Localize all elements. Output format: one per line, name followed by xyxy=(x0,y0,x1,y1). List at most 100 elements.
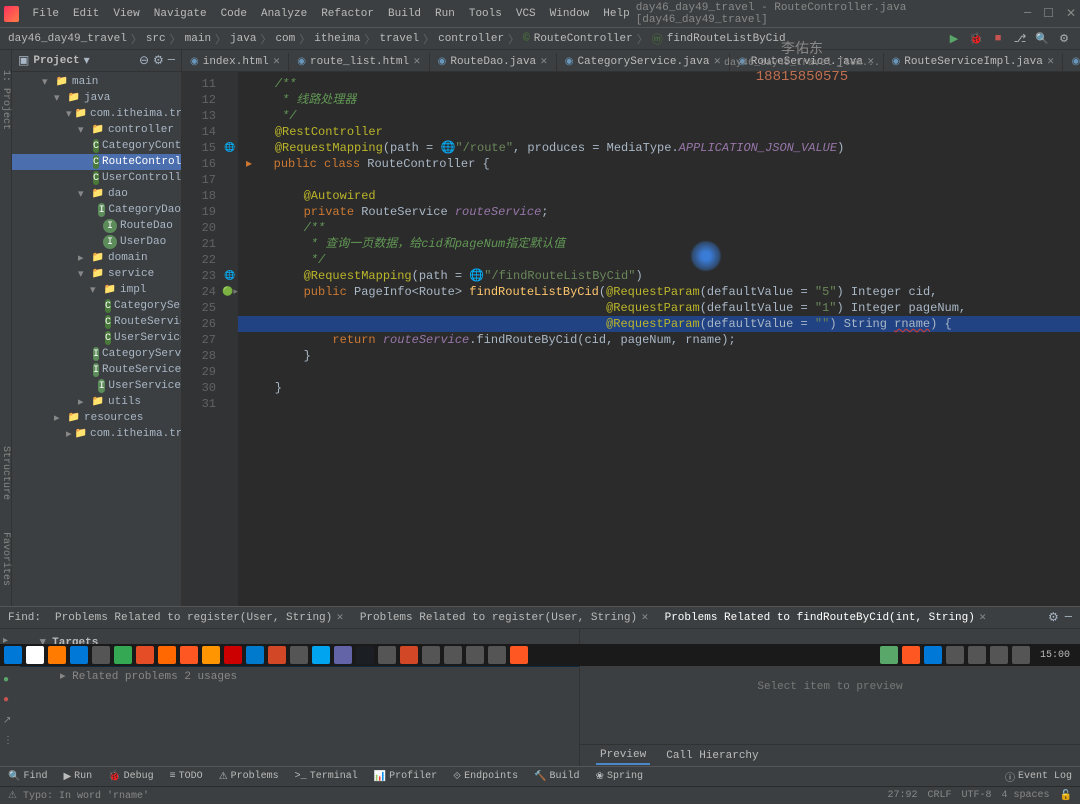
menu-file[interactable]: File xyxy=(27,6,65,22)
taskbar-app-23[interactable] xyxy=(510,646,528,664)
code-line-23[interactable]: @RequestMapping(path = 🌐"/findRouteListB… xyxy=(238,268,1080,284)
tree-item-routeservice[interactable]: IRouteService xyxy=(12,362,181,378)
taskbar-app-6[interactable] xyxy=(136,646,154,664)
tree-item-dao[interactable]: ▾📁dao xyxy=(12,186,181,202)
breadcrumb-item[interactable]: RouteController xyxy=(534,33,633,45)
code-line-27[interactable]: return routeService.findRouteByCid(cid, … xyxy=(238,332,1080,348)
editor-tab-RouteDao-xml[interactable]: ◉RouteDao.xml✕ xyxy=(1063,53,1080,71)
readonly-icon[interactable]: 🔓 xyxy=(1060,790,1072,802)
editor-tab-RouteServiceImpl-java[interactable]: ◉RouteServiceImpl.java✕ xyxy=(884,53,1064,71)
tree-item-com-itheima-travel-da[interactable]: ▸📁com.itheima.travel.da xyxy=(12,426,181,442)
menu-run[interactable]: Run xyxy=(429,6,461,22)
code-line-21[interactable]: * 查询一页数据，给cid和pageNum指定默认值 xyxy=(238,236,1080,252)
menu-build[interactable]: Build xyxy=(382,6,427,22)
toolwindow-problems[interactable]: ⚠Problems xyxy=(215,771,283,783)
find-tab[interactable]: Problems Related to register(User, Strin… xyxy=(354,610,655,626)
code-line-18[interactable]: @Autowired xyxy=(238,188,1080,204)
toolwindow-debug[interactable]: 🐞Debug xyxy=(104,771,157,783)
taskbar-app-9[interactable] xyxy=(202,646,220,664)
code-line-11[interactable]: /** xyxy=(238,76,1080,92)
caret-position[interactable]: 27:92 xyxy=(887,790,917,802)
taskbar-app-2[interactable] xyxy=(48,646,66,664)
line-separator[interactable]: CRLF xyxy=(928,790,952,802)
indent[interactable]: 4 spaces xyxy=(1002,790,1050,802)
menu-navigate[interactable]: Navigate xyxy=(148,6,213,22)
taskbar-app-10[interactable] xyxy=(224,646,242,664)
taskbar-app-15[interactable] xyxy=(334,646,352,664)
pin-icon[interactable]: ● xyxy=(3,695,17,709)
taskbar-app-8[interactable] xyxy=(180,646,198,664)
find-settings-icon[interactable]: ⚙ xyxy=(1048,610,1059,625)
code-line-30[interactable]: } xyxy=(238,380,1080,396)
menu-analyze[interactable]: Analyze xyxy=(255,6,313,22)
project-dropdown[interactable]: ▣ xyxy=(18,53,29,68)
tree-item-usercontroller[interactable]: CUserController xyxy=(12,170,181,186)
tree-item-resources[interactable]: ▸📁resources xyxy=(12,410,181,426)
minimize-button[interactable]: ─ xyxy=(1024,6,1031,21)
code-line-28[interactable]: } xyxy=(238,348,1080,364)
editor-tab-route_list-html[interactable]: ◉route_list.html✕ xyxy=(289,53,429,71)
toolwindow-profiler[interactable]: 📊Profiler xyxy=(370,771,441,783)
taskbar-app-3[interactable] xyxy=(70,646,88,664)
preview-tab[interactable]: Preview xyxy=(596,747,650,765)
editor-tab-RouteService-java[interactable]: ◉RouteService.java✕ xyxy=(730,53,884,71)
tree-item-java[interactable]: ▾📁java xyxy=(12,90,181,106)
export-icon[interactable]: ↗ xyxy=(3,715,17,729)
call-hierarchy-tab[interactable]: Call Hierarchy xyxy=(662,748,762,764)
close-button[interactable]: ✕ xyxy=(1066,6,1076,21)
tree-item-routeserviceimp[interactable]: CRouteServiceImp xyxy=(12,314,181,330)
stop-button[interactable]: ■ xyxy=(990,31,1006,47)
breadcrumb-item[interactable]: com xyxy=(275,33,295,45)
code-line-12[interactable]: * 线路处理器 xyxy=(238,92,1080,108)
tree-item-userserviceimpl[interactable]: CUserServiceImpl xyxy=(12,330,181,346)
tray-icon[interactable] xyxy=(880,646,898,664)
taskbar-app-4[interactable] xyxy=(92,646,110,664)
tray-icon[interactable] xyxy=(902,646,920,664)
toolwindow-spring[interactable]: ❀Spring xyxy=(592,771,647,783)
project-tool-button[interactable]: 1: Project xyxy=(0,70,11,130)
toolwindow-find[interactable]: 🔍Find xyxy=(4,771,51,783)
tray-icon[interactable] xyxy=(924,646,942,664)
breadcrumb-item[interactable]: src xyxy=(146,33,166,45)
editor-tab-RouteDao-java[interactable]: ◉RouteDao.java✕ xyxy=(430,53,557,71)
settings-icon[interactable]: ⚙ xyxy=(1056,31,1072,47)
more-icon[interactable]: ⋮ xyxy=(3,735,17,749)
taskbar-app-17[interactable] xyxy=(378,646,396,664)
event-log-button[interactable]: ⓘEvent Log xyxy=(1001,769,1076,785)
menu-edit[interactable]: Edit xyxy=(67,6,105,22)
hide-icon[interactable]: ─ xyxy=(168,53,175,68)
code-line-29[interactable] xyxy=(238,364,1080,380)
code-line-20[interactable]: /** xyxy=(238,220,1080,236)
taskbar-app-21[interactable] xyxy=(466,646,484,664)
menu-tools[interactable]: Tools xyxy=(463,6,508,22)
taskbar-app-20[interactable] xyxy=(444,646,462,664)
tray-icon[interactable] xyxy=(990,646,1008,664)
find-tab[interactable]: Problems Related to register(User, Strin… xyxy=(49,610,350,626)
encoding[interactable]: UTF-8 xyxy=(962,790,992,802)
find-tab[interactable]: Problems Related to findRouteByCid(int, … xyxy=(659,610,993,626)
editor-tab-index-html[interactable]: ◉index.html✕ xyxy=(182,53,289,71)
tree-item-routedao[interactable]: IRouteDao xyxy=(12,218,181,234)
tree-item-service[interactable]: ▾📁service xyxy=(12,266,181,282)
code-line-14[interactable]: @RestController xyxy=(238,124,1080,140)
filter-icon[interactable]: ● xyxy=(3,675,17,689)
code-line-25[interactable]: @RequestParam(defaultValue = "1") Intege… xyxy=(238,300,1080,316)
breadcrumb-item[interactable]: day46_day49_travel xyxy=(8,33,127,45)
taskbar-app-14[interactable] xyxy=(312,646,330,664)
code-line-24[interactable]: public PageInfo<Route> findRouteListByCi… xyxy=(238,284,1080,300)
menu-code[interactable]: Code xyxy=(215,6,253,22)
taskbar-app-11[interactable] xyxy=(246,646,264,664)
toolwindow-terminal[interactable]: >_Terminal xyxy=(291,771,362,782)
code-line-19[interactable]: private RouteService routeService; xyxy=(238,204,1080,220)
clock[interactable]: 15:00 xyxy=(1034,650,1076,661)
code-line-17[interactable] xyxy=(238,172,1080,188)
tree-item-impl[interactable]: ▾📁impl xyxy=(12,282,181,298)
code-line-22[interactable]: */ xyxy=(238,252,1080,268)
editor-tab-CategoryService-java[interactable]: ◉CategoryService.java✕ xyxy=(557,53,730,71)
code-line-26[interactable]: @RequestParam(defaultValue = "") String … xyxy=(238,316,1080,332)
search-icon[interactable]: 🔍 xyxy=(1034,31,1050,47)
tray-icon[interactable] xyxy=(946,646,964,664)
tree-item-userdao[interactable]: IUserDao xyxy=(12,234,181,250)
git-icon[interactable]: ⎇ xyxy=(1012,31,1028,47)
tree-item-categorydao[interactable]: ICategoryDao xyxy=(12,202,181,218)
